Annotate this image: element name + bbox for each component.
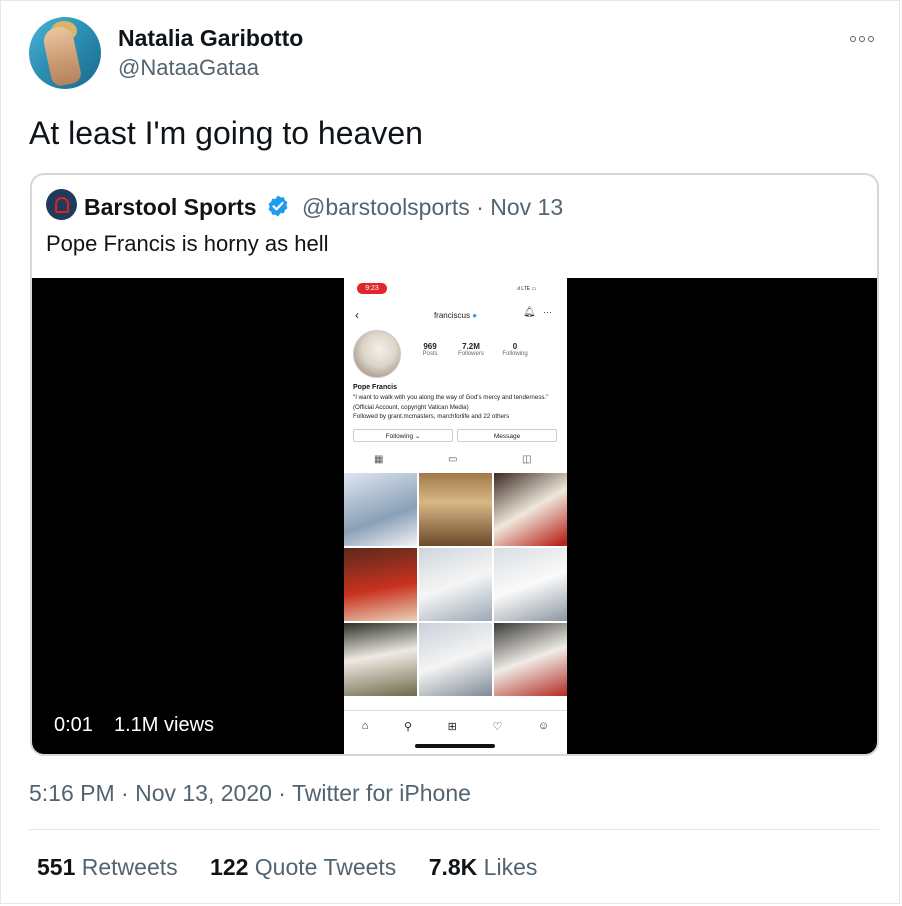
divider <box>29 829 879 830</box>
meta-separator: · <box>476 194 484 220</box>
ig-stat-following: 0 Following <box>502 342 528 357</box>
author-name[interactable]: Natalia Garibotto <box>118 25 303 52</box>
grid-post <box>344 623 417 696</box>
ig-bio-name: Pope Francis <box>353 384 397 391</box>
tweet-card: Natalia Garibotto @NataaGataa At least I… <box>0 0 900 904</box>
likes-link[interactable]: 7.8K Likes <box>429 854 538 881</box>
ig-post-grid <box>344 473 567 713</box>
grid-post <box>419 548 492 621</box>
video-frame-instagram-screen: 9:23 .ıl LTE ▭ ‹ franciscus ● 🔔︎ ··· 969… <box>344 278 567 754</box>
tweet-timestamp[interactable]: 5:16 PM · Nov 13, 2020 · Twitter for iPh… <box>29 780 471 807</box>
ig-profile-picture <box>353 330 401 378</box>
status-time: 9:23 <box>357 283 387 294</box>
grid-post <box>494 473 567 546</box>
ig-message-button: Message <box>457 429 557 442</box>
retweets-link[interactable]: 551 Retweets <box>37 854 178 881</box>
grid-post <box>419 473 492 546</box>
bell-icon: 🔔︎ <box>523 307 536 318</box>
search-icon: ⚲ <box>404 720 413 733</box>
avatar-figure <box>41 24 83 88</box>
video-view-count: 1.1M views <box>114 714 215 736</box>
add-post-icon: ⊞ <box>447 720 457 733</box>
engagement-stats: 551 Retweets 122 Quote Tweets 7.8K Likes <box>37 854 563 881</box>
igtv-icon: ▭ <box>448 454 458 465</box>
quoted-date[interactable]: Nov 13 <box>490 194 563 220</box>
status-indicators: .ıl LTE ▭ <box>516 286 537 292</box>
tagged-icon: ◫ <box>522 454 532 465</box>
ellipsis-icon: ··· <box>543 307 552 317</box>
quoted-text: Pope Francis is horny as hell <box>46 231 329 256</box>
grid-post <box>344 548 417 621</box>
ig-stat-followers: 7.2M Followers <box>458 342 484 357</box>
tweet-text: At least I'm going to heaven <box>29 115 423 151</box>
quoted-meta: @barstoolsports · Nov 13 <box>302 194 563 221</box>
quoted-avatar[interactable] <box>46 189 77 220</box>
ig-tabs: ▦ ▭ ◫ <box>344 451 567 469</box>
ig-stat-posts: 969 Posts <box>422 342 438 357</box>
quoted-author-name[interactable]: Barstool Sports <box>84 194 257 221</box>
grid-post <box>419 623 492 696</box>
quoted-tweet[interactable]: Barstool Sports @barstoolsports · Nov 13… <box>30 173 879 756</box>
home-indicator <box>415 744 495 748</box>
barstool-logo-icon <box>54 196 69 213</box>
grid-post <box>344 473 417 546</box>
ig-bottom-nav: ⌂ ⚲ ⊞ ♡ ☺ <box>344 710 567 741</box>
grid-post <box>494 548 567 621</box>
heart-icon: ♡ <box>492 720 503 733</box>
ig-following-button: Following ⌄ <box>353 429 453 442</box>
ig-verified-icon: ● <box>472 311 478 320</box>
video-player[interactable]: 9:23 .ıl LTE ▭ ‹ franciscus ● 🔔︎ ··· 969… <box>32 278 877 754</box>
author-avatar[interactable] <box>29 17 101 89</box>
home-icon: ⌂ <box>361 720 369 732</box>
video-elapsed-time: 0:01 <box>54 714 93 736</box>
quote-tweets-link[interactable]: 122 Quote Tweets <box>210 854 396 881</box>
ig-bio: "I want to walk with you along the way o… <box>353 394 549 420</box>
quoted-handle[interactable]: @barstoolsports <box>302 194 470 220</box>
author-handle[interactable]: @NataaGataa <box>118 55 259 81</box>
profile-icon: ☺ <box>537 720 550 732</box>
grid-post <box>494 623 567 696</box>
verified-badge-icon <box>268 195 288 217</box>
more-options-icon[interactable] <box>850 29 878 49</box>
grid-icon: ▦ <box>374 454 384 465</box>
